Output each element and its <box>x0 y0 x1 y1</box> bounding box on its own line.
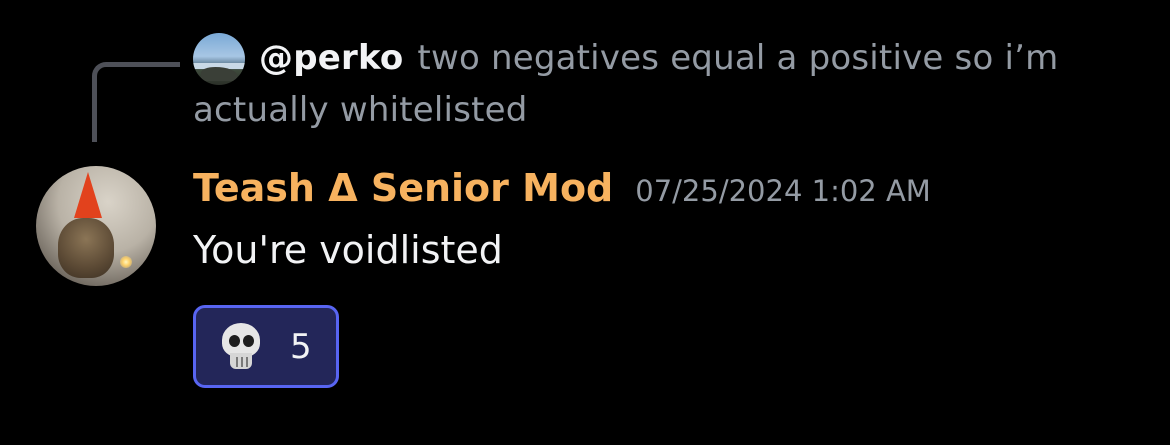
message-author-avatar[interactable] <box>36 166 156 286</box>
reaction-count: 5 <box>290 326 312 367</box>
reply-author-name[interactable]: @perko <box>259 38 403 78</box>
message-username[interactable]: Teash Δ Senior Mod <box>193 166 613 210</box>
reaction-button[interactable]: 5 <box>193 305 339 388</box>
skull-icon <box>218 322 264 371</box>
reply-preview[interactable]: @perko two negatives equal a positive so … <box>193 32 1093 136</box>
reply-connector <box>92 62 180 142</box>
message-content: You're voidlisted <box>193 228 503 272</box>
message-timestamp[interactable]: 07/25/2024 1:02 AM <box>635 174 931 208</box>
message-header: Teash Δ Senior Mod 07/25/2024 1:02 AM <box>193 160 931 219</box>
